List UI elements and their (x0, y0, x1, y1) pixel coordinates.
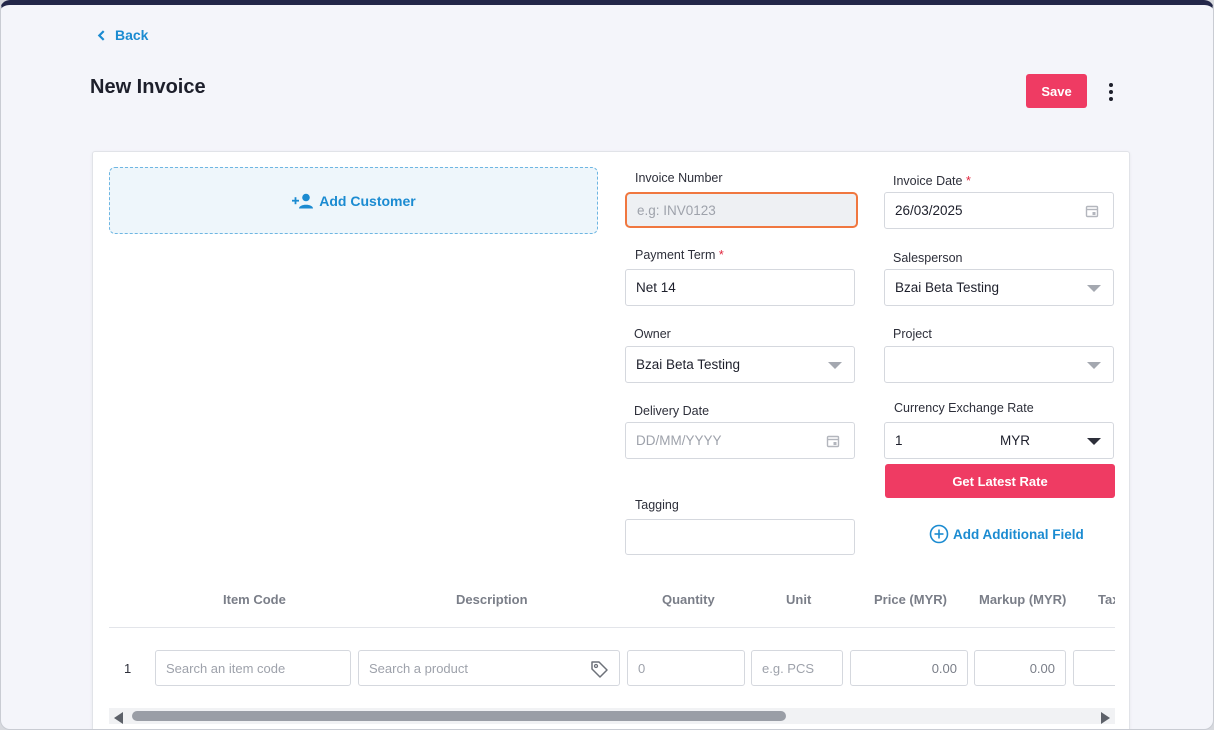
get-latest-rate-button[interactable]: Get Latest Rate (885, 464, 1115, 498)
salesperson-value: Bzai Beta Testing (895, 280, 1000, 295)
markup-value: 0.00 (1029, 660, 1055, 676)
chevron-down-icon (1087, 284, 1101, 292)
payment-term-input[interactable]: Net 14 (625, 269, 855, 306)
chevron-down-icon (828, 361, 842, 369)
table-divider (109, 627, 1115, 628)
unit-placeholder: e.g. PCS (762, 660, 815, 676)
column-markup: Markup (MYR) (979, 592, 1067, 607)
tax-input[interactable] (1073, 650, 1115, 686)
column-description: Description (456, 592, 528, 607)
horizontal-scrollbar[interactable] (109, 708, 1115, 724)
price-input[interactable]: 0.00 (850, 650, 968, 686)
add-customer-button[interactable]: Add Customer (109, 167, 598, 234)
delivery-date-input[interactable]: DD/MM/YYYY (625, 422, 855, 459)
owner-label: Owner (634, 327, 671, 341)
tag-icon[interactable] (589, 659, 609, 679)
column-quantity: Quantity (662, 592, 715, 607)
product-search-placeholder: Search a product (369, 660, 469, 676)
price-value: 0.00 (931, 660, 957, 676)
tagging-input[interactable] (625, 519, 855, 555)
tagging-label: Tagging (635, 498, 679, 512)
back-link[interactable]: Back (96, 27, 148, 43)
column-item-code: Item Code (223, 592, 286, 607)
invoice-date-value: 26/03/2025 (895, 203, 963, 218)
product-search-input[interactable]: Search a product (358, 650, 620, 686)
add-person-icon (292, 193, 314, 208)
invoice-date-input[interactable]: 26/03/2025 (884, 192, 1114, 229)
exchange-rate-value: 1 (895, 433, 903, 448)
payment-term-label: Payment Term * (635, 248, 724, 262)
invoice-number-label: Invoice Number (635, 171, 723, 185)
more-vertical-icon[interactable] (1103, 81, 1119, 103)
row-index: 1 (124, 661, 132, 676)
back-label: Back (115, 27, 149, 43)
scroll-right-arrow[interactable] (1101, 712, 1110, 724)
chevron-down-icon (1087, 361, 1101, 369)
calendar-icon[interactable] (826, 434, 840, 448)
invoice-number-placeholder: e.g: INV0123 (637, 202, 716, 218)
currency-rate-label: Currency Exchange Rate (894, 401, 1034, 415)
item-code-placeholder: Search an item code (166, 660, 286, 676)
delivery-date-placeholder: DD/MM/YYYY (636, 433, 722, 448)
quantity-input[interactable]: 0 (627, 650, 745, 686)
payment-term-value: Net 14 (636, 280, 676, 295)
currency-rate-input[interactable]: 1 MYR (884, 422, 1114, 459)
add-additional-field-label: Add Additional Field (953, 526, 1084, 542)
scrollbar-thumb[interactable] (132, 711, 786, 721)
add-circle-icon (929, 524, 949, 544)
project-select[interactable] (884, 346, 1114, 383)
invoice-form-card: Add Customer Invoice Number e.g: INV0123… (92, 151, 1130, 729)
unit-input[interactable]: e.g. PCS (751, 650, 843, 686)
page-title: New Invoice (90, 76, 206, 98)
scroll-left-arrow[interactable] (114, 712, 123, 724)
column-unit: Unit (786, 592, 812, 607)
chevron-down-icon[interactable] (1087, 437, 1101, 445)
delivery-date-label: Delivery Date (634, 404, 710, 418)
quantity-value: 0 (638, 660, 646, 676)
column-price: Price (MYR) (874, 592, 947, 607)
item-code-input[interactable]: Search an item code (155, 650, 351, 686)
salesperson-select[interactable]: Bzai Beta Testing (884, 269, 1114, 306)
add-additional-field-button[interactable]: Add Additional Field (929, 524, 1084, 544)
add-customer-label: Add Customer (319, 192, 416, 209)
owner-value: Bzai Beta Testing (636, 357, 741, 372)
salesperson-label: Salesperson (893, 251, 963, 265)
invoice-date-label: Invoice Date * (893, 174, 971, 188)
calendar-icon[interactable] (1085, 204, 1099, 218)
currency-code[interactable]: MYR (1000, 433, 1030, 448)
project-label: Project (893, 327, 932, 341)
owner-select[interactable]: Bzai Beta Testing (625, 346, 855, 383)
markup-input[interactable]: 0.00 (974, 650, 1066, 686)
save-button[interactable]: Save (1026, 74, 1087, 108)
invoice-number-input[interactable]: e.g: INV0123 (625, 192, 858, 228)
column-tax: Tax (1098, 592, 1115, 607)
back-chevron-icon (97, 29, 105, 41)
app-window: Back New Invoice Save Add Customer Invoi… (0, 0, 1214, 730)
